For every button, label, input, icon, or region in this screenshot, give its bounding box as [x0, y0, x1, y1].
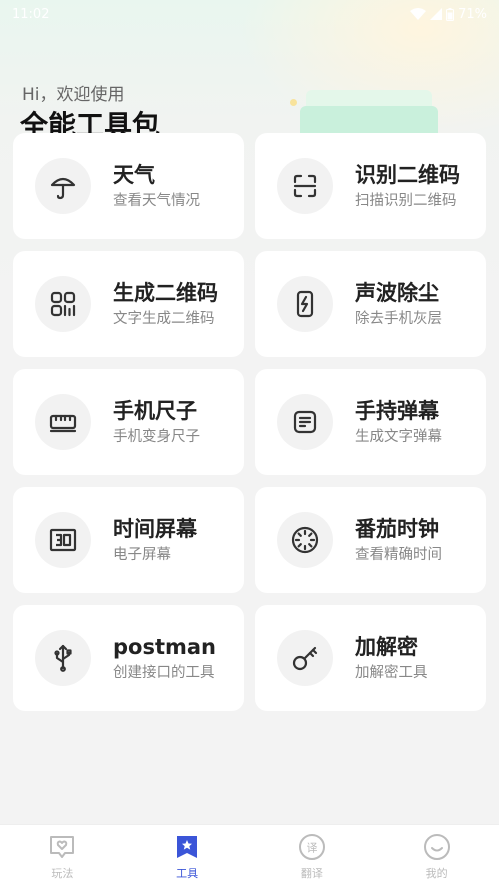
usb-icon: [35, 630, 91, 686]
tab-mine[interactable]: 我的: [374, 825, 499, 887]
tool-subtitle: 创建接口的工具: [113, 665, 215, 681]
tool-subtitle: 加解密工具: [355, 665, 428, 681]
tool-card-sonic-dust[interactable]: 声波除尘 除去手机灰层: [255, 251, 486, 357]
tool-card-time-screen[interactable]: 时间屏幕 电子屏幕: [13, 487, 244, 593]
tool-card-postman[interactable]: postman 创建接口的工具: [13, 605, 244, 711]
tool-subtitle: 手机变身尺子: [113, 429, 200, 445]
translate-icon: 译: [298, 834, 325, 860]
tab-label: 我的: [425, 867, 448, 880]
tab-label: 工具: [176, 867, 199, 880]
wifi-icon: [410, 8, 427, 20]
tool-subtitle: 电子屏幕: [113, 547, 171, 563]
tool-card-weather[interactable]: 天气 查看天气情况: [13, 133, 244, 239]
greeting: Hi，欢迎使用: [22, 85, 125, 105]
key-icon: [277, 630, 333, 686]
signal-icon: [430, 8, 443, 20]
decorative-dot: [290, 99, 297, 106]
battery-percent: 71%: [458, 6, 487, 22]
tool-subtitle: 生成文字弹幕: [355, 429, 442, 445]
scan-icon: [277, 158, 333, 214]
star-bookmark-icon: [177, 836, 198, 858]
tool-title: 声波除尘: [355, 281, 439, 305]
tool-card-phone-ruler[interactable]: 手机尺子 手机变身尺子: [13, 369, 244, 475]
qrcode-icon: [35, 276, 91, 332]
status-icons: 71%: [410, 7, 487, 22]
tool-title: 识别二维码: [355, 163, 460, 187]
tool-subtitle: 查看天气情况: [113, 193, 200, 209]
tool-card-generate-qrcode[interactable]: 生成二维码 文字生成二维码: [13, 251, 244, 357]
tool-title: 时间屏幕: [113, 517, 197, 541]
smile-icon: [423, 834, 450, 860]
tool-subtitle: 扫描识别二维码: [355, 193, 457, 209]
chat-heart-icon: [50, 836, 75, 858]
tab-translate[interactable]: 译 翻译: [250, 825, 375, 887]
status-bar: 11:02 71%: [0, 0, 499, 28]
tab-label: 翻译: [300, 867, 323, 880]
tab-tools[interactable]: 工具: [125, 825, 250, 887]
phone-bolt-icon: [277, 276, 333, 332]
battery-icon: [446, 7, 455, 21]
tool-title: 手持弹幕: [355, 399, 439, 423]
tool-title: 天气: [113, 163, 155, 187]
tool-card-scan-qrcode[interactable]: 识别二维码 扫描识别二维码: [255, 133, 486, 239]
bottom-tab-bar: 玩法 工具 译 翻译 我的: [0, 824, 499, 887]
tool-subtitle: 除去手机灰层: [355, 311, 442, 327]
tool-card-tomato-clock[interactable]: 番茄时钟 查看精确时间: [255, 487, 486, 593]
umbrella-icon: [35, 158, 91, 214]
tab-play[interactable]: 玩法: [0, 825, 125, 887]
tool-card-encrypt[interactable]: 加解密 加解密工具: [255, 605, 486, 711]
tool-title: 生成二维码: [113, 281, 218, 305]
clock-30-icon: [35, 512, 91, 568]
header-illustration: [300, 90, 438, 146]
tool-title: 手机尺子: [113, 399, 197, 423]
dial-icon: [277, 512, 333, 568]
svg-text:译: 译: [306, 842, 317, 855]
tool-subtitle: 文字生成二维码: [113, 311, 215, 327]
tab-label: 玩法: [51, 867, 74, 880]
barrage-icon: [277, 394, 333, 450]
tool-subtitle: 查看精确时间: [355, 547, 442, 563]
ruler-icon: [35, 394, 91, 450]
status-time: 11:02: [12, 6, 50, 22]
tool-title: 番茄时钟: [355, 517, 439, 541]
page-title: 全能工具包: [20, 109, 161, 134]
tool-card-barrage[interactable]: 手持弹幕 生成文字弹幕: [255, 369, 486, 475]
tool-title: postman: [113, 635, 217, 659]
tool-grid: 天气 查看天气情况 识别二维码 扫描识别二维码 生成二维码 文字生成二维码 声波…: [13, 133, 486, 711]
tool-title: 加解密: [355, 635, 418, 659]
